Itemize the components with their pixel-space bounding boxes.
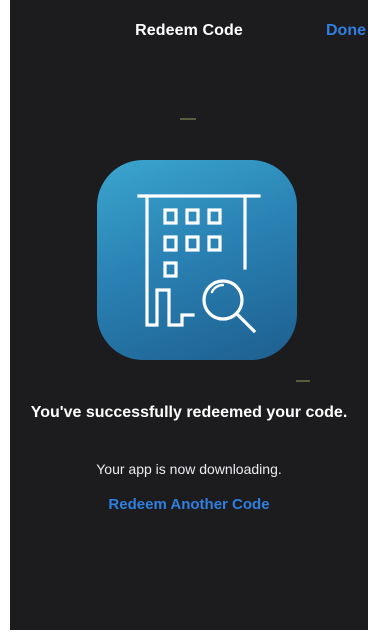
success-message: You've successfully redeemed your code. [30, 404, 348, 421]
redeem-another-code-link[interactable]: Redeem Another Code [20, 496, 358, 513]
done-button[interactable]: Done [326, 22, 366, 40]
page-title: Redeem Code [135, 22, 243, 39]
decorative-speck [180, 118, 196, 120]
app-icon [97, 160, 297, 360]
decorative-speck [296, 380, 310, 382]
redeem-code-screen: Redeem Code Done You've successfully red… [10, 0, 368, 630]
navigation-bar: Redeem Code Done [10, 0, 368, 62]
page-edge [368, 0, 374, 637]
download-status: Your app is now downloading. [96, 461, 282, 477]
building-search-icon [137, 194, 261, 334]
